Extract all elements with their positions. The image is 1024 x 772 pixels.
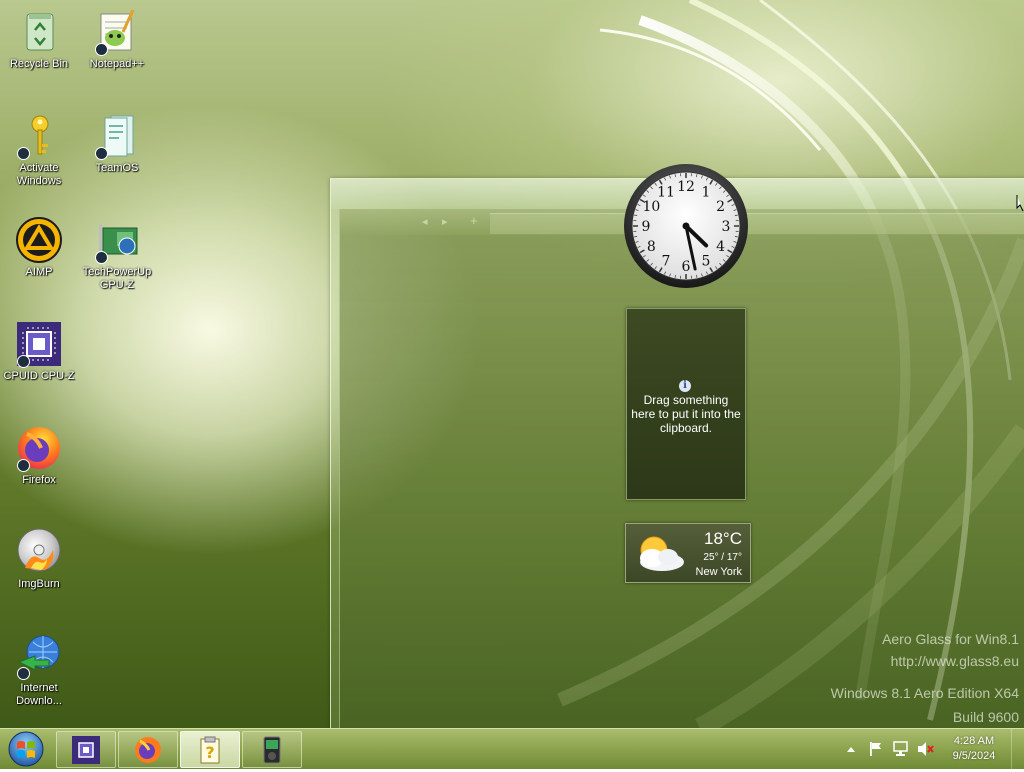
clock-gadget[interactable]: 12 12 3 45678 9 1011	[622, 162, 750, 290]
desktop-icon-notepad-plus-plus[interactable]: Notepad++	[78, 8, 156, 71]
action-center-flag-icon[interactable]	[868, 741, 884, 757]
watermark-line-4: Build 9600	[953, 709, 1019, 725]
volume-muted-icon[interactable]	[916, 741, 934, 757]
partly-sunny-icon	[628, 530, 688, 576]
clock-numeral: 9	[642, 219, 651, 235]
taskbar-cpu-z-button[interactable]	[56, 731, 116, 768]
clipboard-message: Drag something here to put it into the c…	[631, 393, 741, 435]
taskbar-firefox-button[interactable]	[118, 731, 178, 768]
weather-high-low: 25° / 17°	[703, 552, 742, 563]
system-tray: 4:28 AM 9/5/2024	[834, 729, 1024, 769]
aimp-icon	[15, 216, 63, 264]
shortcut-arrow-icon	[95, 147, 108, 160]
tray-date: 9/5/2024	[944, 749, 1004, 764]
shortcut-arrow-icon	[95, 251, 108, 264]
desktop-icon-cpu-z[interactable]: CPUID CPU-Z	[0, 320, 78, 383]
desktop-icon-gpu-z[interactable]: TechPowerUp GPU-Z	[78, 216, 156, 292]
clock-numeral: 2	[716, 199, 725, 215]
clock-numeral: 8	[647, 239, 656, 255]
tray-time: 4:28 AM	[944, 734, 1004, 749]
key-icon	[15, 112, 63, 160]
desktop-icon-teamos[interactable]: TeamOS	[78, 112, 156, 175]
desktop-icon-imgburn[interactable]: ImgBurn	[0, 528, 78, 591]
desktop-wallpaper: Recycle Bin Notepad++ Activate Windows T…	[0, 0, 1024, 728]
desktop-icon-internet-download-manager[interactable]: Internet Downlo...	[0, 632, 78, 708]
clock-numeral: 7	[662, 254, 671, 270]
clock-numeral: 12	[677, 179, 695, 195]
watermark-line-1: Aero Glass for Win8.1	[882, 631, 1019, 647]
cpu-z-icon	[71, 735, 101, 765]
desktop-icon-recycle-bin[interactable]: Recycle Bin	[0, 8, 78, 71]
clock-numeral: 3	[722, 219, 731, 235]
taskbar-media-player-button[interactable]	[242, 731, 302, 768]
address-bar[interactable]	[490, 213, 1024, 234]
desktop-icon-activate-windows[interactable]: Activate Windows	[0, 112, 78, 188]
recycle-bin-icon	[15, 8, 63, 56]
shortcut-arrow-icon	[95, 43, 108, 56]
notepad-plus-plus-icon	[93, 8, 141, 56]
new-tab-button[interactable]: +	[470, 213, 478, 228]
weather-city: New York	[696, 566, 742, 578]
clock-numeral: 6	[682, 259, 691, 275]
clock-numeral: 11	[657, 184, 675, 200]
help-file-icon: ?	[195, 735, 225, 765]
internet-download-manager-icon	[15, 632, 63, 680]
start-button[interactable]	[6, 731, 46, 767]
clock-face-icon: 12 12 3 45678 9 1011	[622, 162, 750, 290]
gpu-z-icon	[93, 216, 141, 264]
shortcut-arrow-icon	[17, 355, 30, 368]
media-player-icon	[257, 735, 287, 765]
mouse-cursor-icon	[1016, 194, 1024, 212]
imgburn-icon	[15, 528, 63, 576]
network-icon[interactable]	[892, 741, 910, 757]
weather-gadget[interactable]: 18°C 25° / 17° New York	[625, 523, 751, 583]
firefox-icon	[133, 735, 163, 765]
shortcut-arrow-icon	[17, 147, 30, 160]
forward-button[interactable]: ▸	[442, 215, 448, 228]
show-hidden-icons-icon[interactable]	[846, 745, 856, 753]
show-desktop-button[interactable]	[1011, 729, 1024, 769]
back-button[interactable]: ◂	[422, 215, 428, 228]
desktop-icon-aimp[interactable]: AIMP	[0, 216, 78, 279]
taskbar-clock[interactable]: 4:28 AM 9/5/2024	[944, 734, 1004, 764]
watermark-line-2: http://www.glass8.eu	[891, 653, 1019, 669]
weather-temperature: 18°C	[704, 529, 742, 549]
cpu-z-icon	[15, 320, 63, 368]
taskbar: ? 4:28 AM 9/5/2024	[0, 728, 1024, 769]
clock-numeral: 5	[702, 254, 711, 270]
info-icon: i	[679, 380, 691, 392]
clock-numeral: 4	[716, 239, 725, 255]
shortcut-arrow-icon	[17, 667, 30, 680]
windows-start-orb-icon	[6, 731, 46, 767]
svg-text:?: ?	[205, 743, 214, 762]
watermark-line-3: Windows 8.1 Aero Edition X64	[831, 685, 1019, 701]
desktop-icon-firefox[interactable]: Firefox	[0, 424, 78, 487]
firefox-icon	[15, 424, 63, 472]
teamos-icon	[93, 112, 141, 160]
taskbar-help-button[interactable]: ?	[180, 731, 240, 768]
shortcut-arrow-icon	[17, 459, 30, 472]
clock-numeral: 10	[642, 199, 660, 215]
clock-numeral: 1	[702, 184, 711, 200]
clipboard-gadget[interactable]: i Drag something here to put it into the…	[626, 308, 746, 500]
